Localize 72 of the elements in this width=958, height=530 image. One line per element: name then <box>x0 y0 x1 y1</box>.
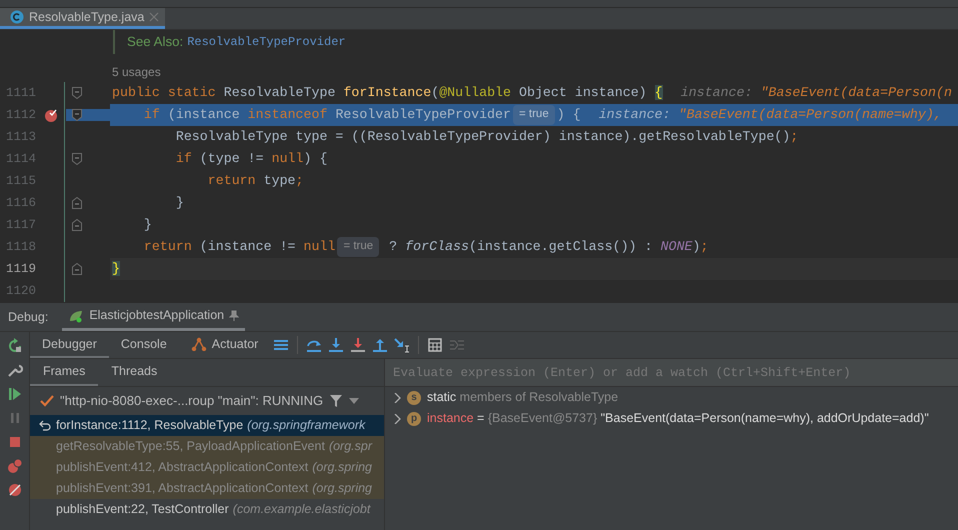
line-number: 1112 <box>4 106 36 124</box>
checkmark-icon <box>40 395 54 407</box>
variable-entry[interactable]: static members of ResolvableType <box>427 388 618 407</box>
calculator-icon[interactable] <box>427 337 444 353</box>
line-number: 1114 <box>4 150 36 168</box>
doc-label: See Also: <box>127 33 184 52</box>
code-text: ? forClass(instance.getClass()) : NONE); <box>388 238 708 256</box>
expand-chevron-icon[interactable] <box>393 414 401 424</box>
fold-icon[interactable] <box>72 263 82 275</box>
code-text: } <box>112 260 120 278</box>
return-arrow-icon <box>38 420 52 432</box>
step-out-icon[interactable] <box>372 337 388 353</box>
doc-link[interactable]: ResolvableTypeProvider <box>187 33 346 51</box>
panel-label: Debug: <box>8 308 48 326</box>
code-text: ResolvableType type = ((ResolvableTypeProvider) instance).getResolvableType(); <box>174 128 798 146</box>
code-text: public static ResolvableType forInstance(@Nullable Object instance) { <box>112 84 663 102</box>
debug-value-hint: instance: "BaseEvent(data=Person(name=why), <box>598 106 942 124</box>
breakpoints-icon[interactable] <box>6 458 22 474</box>
code-text: if (type != null) { <box>174 150 328 168</box>
line-number: 1118 <box>4 238 36 256</box>
line-number: 1115 <box>4 172 36 190</box>
fold-icon[interactable] <box>72 153 82 165</box>
run-to-cursor-icon[interactable] <box>394 337 410 353</box>
stack-frame[interactable]: forInstance:1112, ResolvableType (org.springframework <box>30 415 384 436</box>
debugger-tab[interactable]: Actuator <box>178 332 270 358</box>
usages-hint[interactable]: 5 usages <box>112 62 958 82</box>
variable-kind-icon: s <box>407 390 421 404</box>
rerun-icon[interactable] <box>6 338 22 354</box>
menu-icon[interactable] <box>273 337 290 353</box>
code-text: } <box>142 216 152 234</box>
step-into-icon[interactable] <box>328 337 344 353</box>
frames-tab[interactable]: Frames <box>30 359 98 386</box>
inline-value-hint: = true <box>513 105 555 125</box>
code-text: } <box>174 194 184 212</box>
filter-icon[interactable] <box>329 394 344 408</box>
wrench-icon[interactable] <box>6 362 22 378</box>
spring-leaf-icon <box>68 308 84 322</box>
fold-icon[interactable] <box>72 87 82 99</box>
inline-value-hint: = true <box>337 237 380 257</box>
force-step-into-icon[interactable] <box>350 337 366 353</box>
variable-entry[interactable]: instance = {BaseEvent@5737} "BaseEvent(data=Person(name=why), addOrUpdate=add)" <box>427 409 929 428</box>
frames-tab[interactable]: Threads <box>98 359 170 386</box>
dropdown-caret-icon[interactable] <box>349 398 360 404</box>
expand-chevron-icon[interactable] <box>393 392 401 402</box>
editor-tab[interactable]: ResolvableType.java <box>0 8 166 29</box>
line-number: 1120 <box>4 282 36 300</box>
breakpoint-icon[interactable] <box>44 108 58 122</box>
code-text: ) { <box>556 106 581 124</box>
pin-icon[interactable] <box>229 310 240 322</box>
code-text: return type; <box>206 172 304 190</box>
line-number: 1116 <box>4 194 36 212</box>
line-number: 1119 <box>4 260 36 278</box>
debugger-tab[interactable]: Console <box>108 332 179 358</box>
class-file-icon <box>10 10 24 24</box>
line-number: 1117 <box>4 216 36 234</box>
stack-frame[interactable]: getResolvableType:55, PayloadApplicationEvent (org.spr <box>30 436 384 457</box>
stack-frame[interactable]: publishEvent:22, TestController (com.example.elasticjobt <box>30 499 384 520</box>
code-text: return (instance != null <box>142 238 336 256</box>
resume-icon[interactable] <box>6 386 22 402</box>
thread-selector[interactable]: "http-nio-8080-exec-...roup "main": RUNNING <box>60 391 324 411</box>
stack-frame[interactable]: publishEvent:412, AbstractApplicationContext (org.spring <box>30 457 384 478</box>
fold-icon[interactable] <box>72 219 82 231</box>
stack-frame[interactable]: publishEvent:391, AbstractApplicationContext (org.spring <box>30 478 384 499</box>
debug-value-hint: instance: "BaseEvent(data=Person(n <box>680 84 952 102</box>
line-number: 1113 <box>4 128 36 146</box>
code-text: if (instance instanceof ResolvableTypeProvider <box>142 106 511 124</box>
mute-breakpoints-icon[interactable] <box>6 482 22 498</box>
line-number: 1111 <box>4 84 36 102</box>
variable-kind-icon: p <box>407 412 421 426</box>
fold-icon[interactable] <box>72 197 82 209</box>
fold-icon[interactable] <box>72 109 82 121</box>
graph-nodes-icon <box>190 337 207 351</box>
